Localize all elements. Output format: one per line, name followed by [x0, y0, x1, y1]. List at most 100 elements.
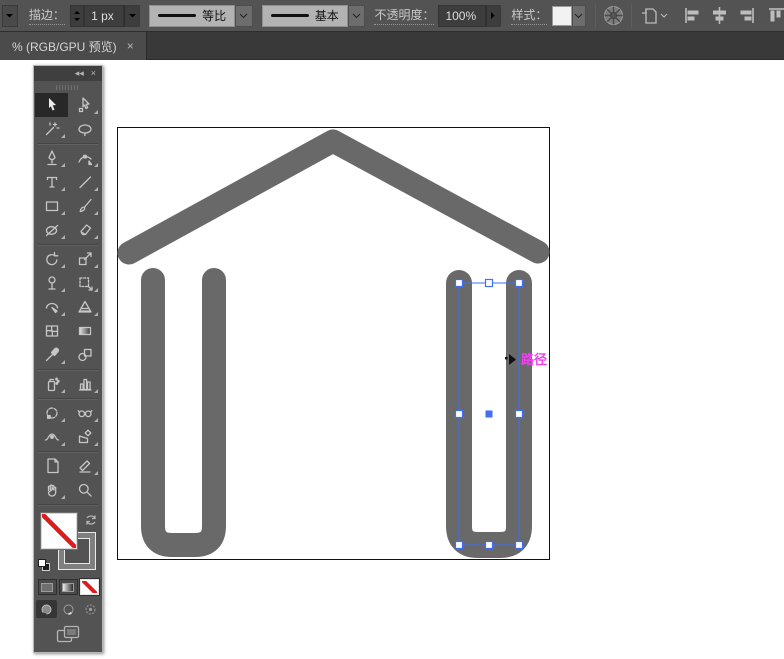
- tool-shape-builder[interactable]: [35, 295, 68, 319]
- direct-selection-tool-icon: [77, 97, 93, 113]
- artboard[interactable]: [118, 128, 550, 560]
- panel-drag-grip[interactable]: [34, 81, 102, 93]
- tool-type[interactable]: [35, 170, 68, 194]
- tools-panel-header[interactable]: ◂◂ ×: [34, 66, 102, 81]
- width-profile-select[interactable]: 等比: [149, 5, 235, 27]
- tab-close-button[interactable]: ×: [127, 39, 134, 53]
- draw-behind-button[interactable]: [58, 600, 79, 618]
- selection-handle-top-right[interactable]: [516, 280, 523, 287]
- tool-column-graph[interactable]: [68, 372, 101, 396]
- tool-rectangle[interactable]: [35, 194, 68, 218]
- tool-paintbrush[interactable]: [68, 194, 101, 218]
- panel-collapse-button[interactable]: ◂◂: [75, 69, 84, 78]
- tool-shaper[interactable]: [35, 218, 68, 242]
- align-center-button[interactable]: [711, 7, 728, 24]
- stroke-width-dropdown[interactable]: [124, 5, 140, 27]
- tool-direct-selection[interactable]: [68, 93, 101, 117]
- canvas-area[interactable]: 路径 ◂◂ ×: [0, 60, 784, 659]
- fill-swatch-none[interactable]: [41, 513, 77, 549]
- gradient-tool-icon: [77, 323, 93, 339]
- zoom-tool-icon: [77, 482, 93, 498]
- selection-center-point[interactable]: [486, 411, 493, 418]
- symbol-sprayer-tool-icon: [44, 376, 60, 392]
- tools-panel[interactable]: ◂◂ ×: [33, 65, 103, 653]
- width-profile-dropdown[interactable]: [235, 5, 253, 27]
- stroke-label[interactable]: 描边：: [29, 6, 65, 25]
- tool-blend[interactable]: [68, 343, 101, 367]
- rectangle-tool-icon: [44, 198, 60, 214]
- none-swatch-icon: [82, 581, 97, 593]
- tool-curvature[interactable]: [68, 146, 101, 170]
- stepper-up-icon: [73, 10, 81, 15]
- selection-handle-top-center[interactable]: [486, 280, 493, 287]
- tool-lasso[interactable]: [68, 117, 101, 141]
- selection-handle-mid-right[interactable]: [516, 411, 523, 418]
- selection-handle-mid-left[interactable]: [456, 411, 463, 418]
- chevron-down-icon: [352, 13, 361, 19]
- chevron-down-icon: [660, 13, 668, 18]
- color-button[interactable]: [38, 579, 57, 595]
- fill-stroke-controls: [34, 511, 102, 575]
- selection-handle-bottom-left[interactable]: [456, 542, 463, 549]
- draw-normal-button[interactable]: [36, 600, 57, 618]
- color-dropdown-button[interactable]: [2, 5, 18, 27]
- opacity-label[interactable]: 不透明度：: [374, 6, 434, 25]
- tool-mesh[interactable]: [35, 319, 68, 343]
- style-swatch[interactable]: [552, 6, 571, 26]
- align-top-button[interactable]: [767, 7, 784, 24]
- style-label[interactable]: 样式：: [511, 6, 547, 25]
- selection-handle-bottom-center[interactable]: [486, 542, 493, 549]
- tool-magic-wand[interactable]: [35, 117, 68, 141]
- column-graph-tool-icon: [77, 376, 93, 392]
- tool-eraser[interactable]: [68, 218, 101, 242]
- tool-rotate[interactable]: [35, 247, 68, 271]
- document-tab[interactable]: % (RGB/GPU 预览) ×: [0, 32, 147, 60]
- panel-close-button[interactable]: ×: [91, 69, 96, 78]
- tool-selection[interactable]: [35, 93, 68, 117]
- tool-gradient[interactable]: [68, 319, 101, 343]
- opacity-input[interactable]: 100%: [438, 5, 485, 27]
- tool-width[interactable]: [35, 425, 68, 449]
- tool-puppet-warp[interactable]: [35, 271, 68, 295]
- opacity-expand-button[interactable]: [486, 5, 502, 27]
- tool-live-paint-selection[interactable]: [68, 401, 101, 425]
- swap-fill-stroke-icon[interactable]: [84, 513, 98, 527]
- stepper-down-icon: [73, 17, 81, 22]
- tool-pen[interactable]: [35, 146, 68, 170]
- pen-tool-icon: [44, 150, 60, 166]
- align-right-button[interactable]: [738, 7, 755, 24]
- selection-handle-bottom-right[interactable]: [516, 542, 523, 549]
- tools-grid: [34, 93, 102, 507]
- stroke-width-stepper[interactable]: [70, 5, 84, 27]
- align-right-icon: [738, 7, 755, 24]
- tool-hand[interactable]: [35, 478, 68, 502]
- tool-eyedropper[interactable]: [35, 343, 68, 367]
- draw-inside-button[interactable]: [80, 600, 101, 618]
- tool-zoom[interactable]: [68, 478, 101, 502]
- brush-definition-select[interactable]: 基本: [262, 5, 348, 27]
- tool-symbol-sprayer[interactable]: [35, 372, 68, 396]
- align-left-button[interactable]: [684, 7, 701, 24]
- tool-perspective-selection[interactable]: [68, 425, 101, 449]
- draw-inside-icon: [84, 603, 97, 616]
- tool-perspective-grid[interactable]: [68, 295, 101, 319]
- recolor-artwork-button[interactable]: [603, 5, 624, 26]
- brush-definition-dropdown[interactable]: [348, 5, 366, 27]
- arrange-documents-button[interactable]: [640, 7, 668, 25]
- tool-line-segment[interactable]: [68, 170, 101, 194]
- blend-tool-icon: [77, 347, 93, 363]
- tool-scale[interactable]: [68, 247, 101, 271]
- stroke-width-input[interactable]: 1 px: [84, 5, 124, 27]
- gradient-button[interactable]: [59, 579, 78, 595]
- tool-slice[interactable]: [68, 454, 101, 478]
- stroke-profile-preview: [158, 14, 196, 17]
- tool-rotate-view[interactable]: [35, 401, 68, 425]
- tool-free-transform[interactable]: [68, 271, 101, 295]
- artwork-canvas: 路径: [0, 60, 784, 659]
- screen-mode-icon[interactable]: [56, 625, 80, 644]
- default-fill-stroke-icon[interactable]: [38, 559, 50, 571]
- style-dropdown[interactable]: [572, 5, 586, 27]
- none-button[interactable]: [80, 579, 99, 595]
- selection-handle-top-left[interactable]: [456, 280, 463, 287]
- tool-artboard[interactable]: [35, 454, 68, 478]
